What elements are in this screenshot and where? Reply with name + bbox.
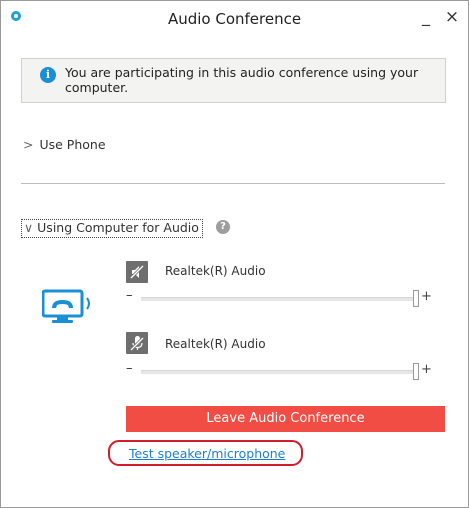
speaker-volume-up[interactable]: + — [421, 289, 432, 304]
using-computer-toggle[interactable]: ∨ Using Computer for Audio — [21, 219, 203, 238]
use-phone-label: Use Phone — [39, 137, 106, 152]
info-icon: i — [40, 67, 56, 83]
leave-audio-conference-button[interactable]: Leave Audio Conference — [126, 406, 445, 432]
test-speaker-microphone-link[interactable]: Test speaker/microphone — [129, 446, 285, 461]
info-text: You are participating in this audio conf… — [65, 65, 419, 95]
speaker-volume-down[interactable]: – — [126, 288, 133, 303]
close-button[interactable]: × — [444, 7, 460, 27]
microphone-mute-button[interactable] — [126, 332, 148, 354]
speaker-muted-icon — [129, 264, 145, 280]
speaker-volume-thumb[interactable] — [413, 290, 419, 307]
window-title: Audio Conference — [167, 10, 302, 28]
audio-conference-window: Audio Conference _ × i You are participa… — [0, 0, 469, 508]
computer-audio-icon — [42, 289, 90, 323]
speaker-mute-button[interactable] — [126, 261, 148, 283]
speaker-device-label: Realtek(R) Audio — [165, 264, 266, 278]
title-bar: Audio Conference _ × — [1, 1, 468, 37]
help-icon[interactable]: ? — [216, 220, 230, 234]
chevron-right-icon: > — [23, 137, 34, 152]
chevron-down-icon: ∨ — [24, 220, 34, 235]
microphone-volume-thumb[interactable] — [413, 363, 419, 380]
microphone-muted-icon — [129, 336, 145, 352]
speaker-volume-slider[interactable] — [141, 297, 415, 301]
minimize-button[interactable]: _ — [418, 7, 434, 27]
using-computer-label: Using Computer for Audio — [37, 220, 199, 235]
info-banner: i You are participating in this audio co… — [21, 58, 446, 103]
microphone-volume-down[interactable]: – — [126, 361, 133, 376]
microphone-device-label: Realtek(R) Audio — [165, 337, 266, 351]
section-divider — [21, 183, 445, 184]
use-phone-toggle[interactable]: > Use Phone — [23, 137, 106, 152]
microphone-volume-slider[interactable] — [141, 370, 415, 374]
microphone-volume-up[interactable]: + — [421, 362, 432, 377]
